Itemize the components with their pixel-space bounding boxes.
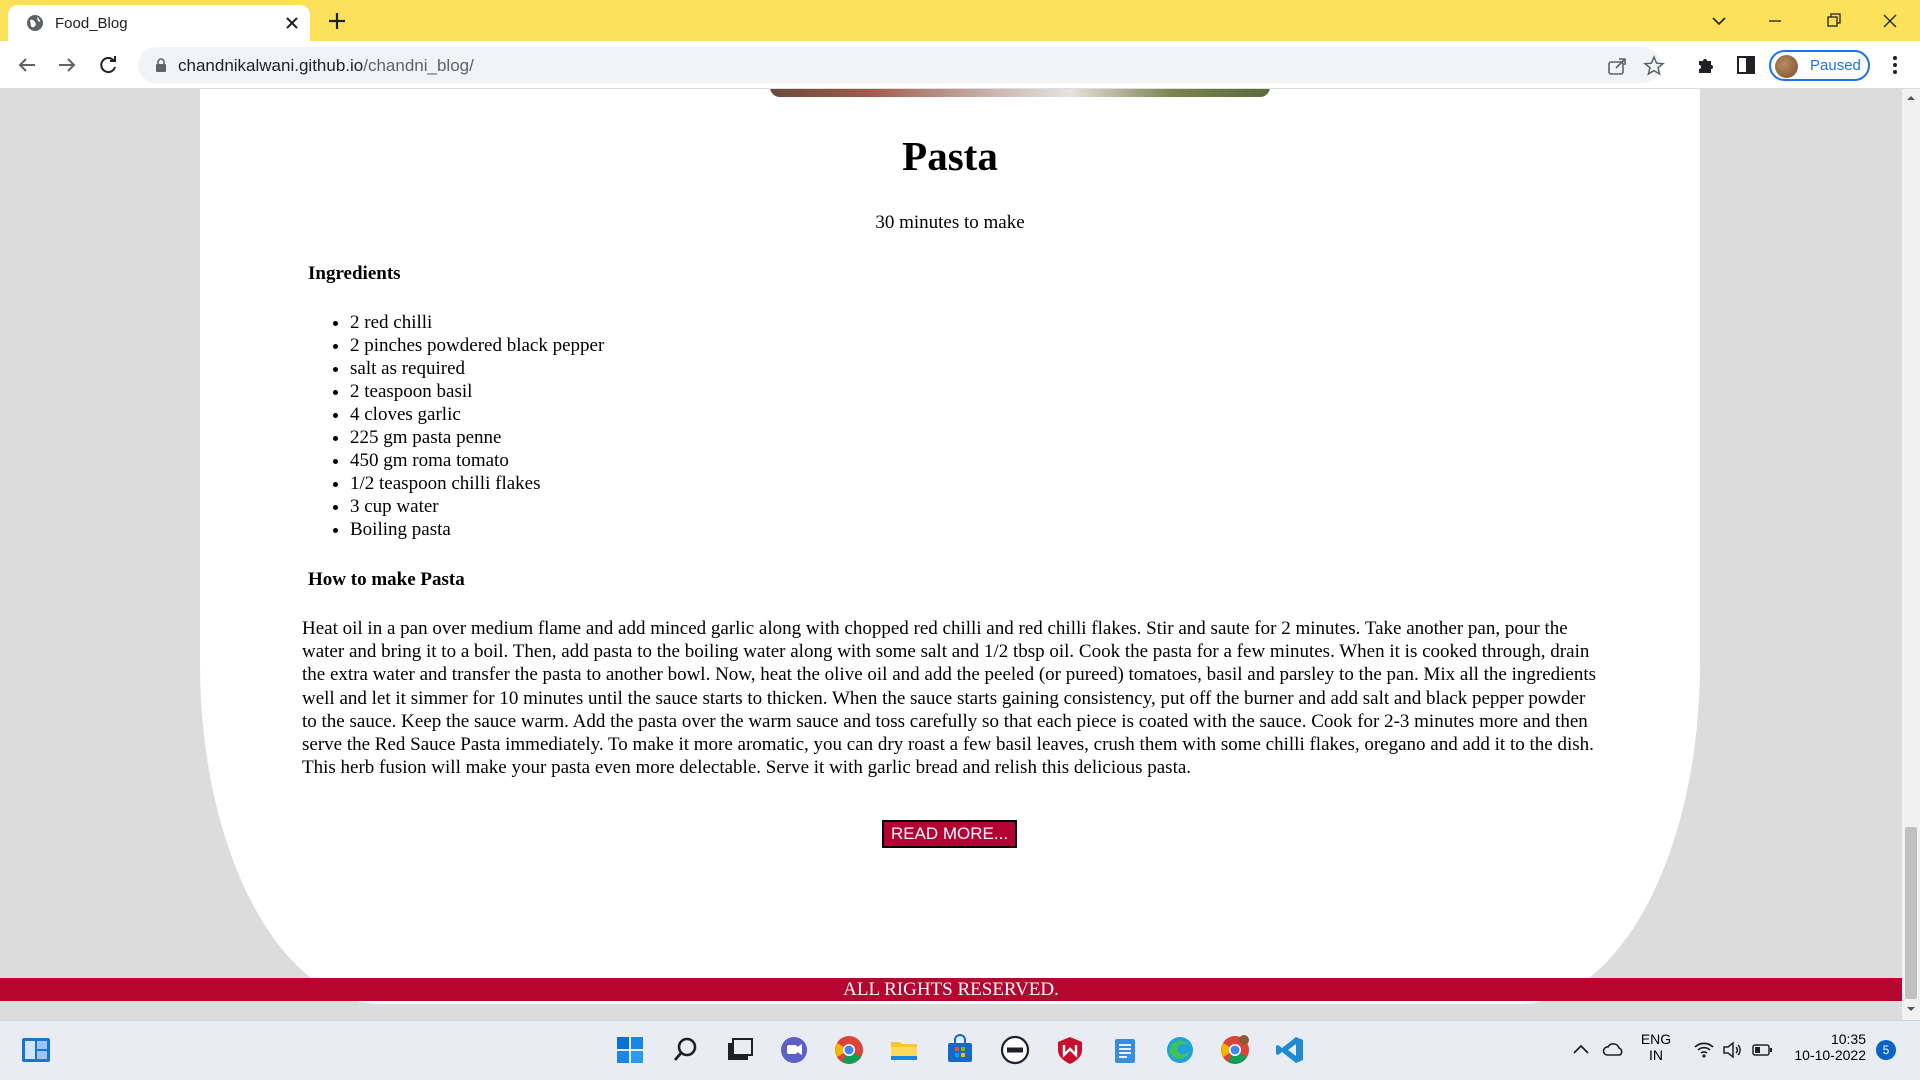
method-heading: How to make Pasta <box>308 569 465 590</box>
microsoft-store-icon[interactable] <box>944 1034 976 1066</box>
notepad-icon[interactable] <box>1109 1034 1141 1066</box>
new-tab-icon[interactable] <box>325 9 349 33</box>
page-scrollbar[interactable] <box>1902 89 1920 1020</box>
windows-taskbar: ENG IN 10:35 10-10-2022 <box>0 1020 1920 1080</box>
mcafee-shield-icon[interactable] <box>1054 1034 1086 1066</box>
extensions-puzzle-icon[interactable] <box>1694 53 1718 77</box>
ingredient-item: 4 cloves garlic <box>350 403 604 426</box>
ingredient-item: 450 gm roma tomato <box>350 449 604 472</box>
avatar <box>1775 55 1798 78</box>
restore-icon[interactable] <box>1820 7 1848 35</box>
edge-icon[interactable] <box>1164 1034 1196 1066</box>
share-icon[interactable] <box>1606 55 1628 77</box>
file-explorer-icon[interactable] <box>888 1034 920 1066</box>
browser-tab[interactable]: Food_Blog <box>8 5 310 41</box>
recipe-card: Pasta 30 minutes to make Ingredients 2 r… <box>200 89 1700 1004</box>
widgets-icon[interactable] <box>20 1034 52 1066</box>
close-tab-icon[interactable] <box>282 13 302 33</box>
ingredient-item: salt as required <box>350 357 604 380</box>
chrome-profile-icon[interactable] <box>1219 1034 1251 1066</box>
chrome-icon[interactable] <box>833 1034 865 1066</box>
reload-icon[interactable] <box>96 53 120 77</box>
browser-toolbar: chandnikalwani.github.io/chandni_blog/ P… <box>0 41 1920 89</box>
task-view-icon[interactable] <box>724 1034 756 1066</box>
onedrive-network-icon[interactable] <box>1602 1038 1626 1062</box>
chevron-up-icon[interactable] <box>1570 1039 1592 1061</box>
page-viewport: Pasta 30 minutes to make Ingredients 2 r… <box>0 89 1902 1020</box>
tab-title: Food_Blog <box>55 15 128 32</box>
ingredient-item: 1/2 teaspoon chilli flakes <box>350 472 604 495</box>
language-code: ENG <box>1640 1031 1672 1047</box>
recipe-time: 30 minutes to make <box>875 212 1025 233</box>
region-code: IN <box>1649 1047 1663 1063</box>
scrollbar-thumb[interactable] <box>1905 827 1917 999</box>
back-arrow-icon[interactable] <box>15 53 39 77</box>
bookmark-star-icon[interactable] <box>1643 55 1665 77</box>
windows-start-icon[interactable] <box>614 1034 646 1066</box>
method-paragraph: Heat oil in a pan over medium flame and … <box>302 618 1597 779</box>
tab-search-icon[interactable] <box>1705 7 1733 35</box>
clock-date: 10-10-2022 <box>1794 1047 1866 1063</box>
ingredient-item: 3 cup water <box>350 495 604 518</box>
lock-icon[interactable] <box>154 57 168 73</box>
language-indicator[interactable]: ENG IN <box>1638 1031 1674 1063</box>
browser-tab-bar: Food_Blog <box>0 0 1920 41</box>
teams-chat-icon[interactable] <box>778 1034 810 1066</box>
minimize-icon[interactable] <box>1761 7 1789 35</box>
close-window-icon[interactable] <box>1876 7 1904 35</box>
ingredients-heading: Ingredients <box>308 263 401 284</box>
ingredient-item: 2 red chilli <box>350 311 604 334</box>
vscode-icon[interactable] <box>1274 1034 1306 1066</box>
volume-icon[interactable] <box>1720 1038 1744 1062</box>
more-menu-icon[interactable] <box>1883 53 1907 77</box>
forward-arrow-icon[interactable] <box>55 53 79 77</box>
address-bar[interactable]: chandnikalwani.github.io/chandni_blog/ <box>138 47 1665 83</box>
ingredient-item: 2 teaspoon basil <box>350 380 604 403</box>
profile-status-label: Paused <box>1810 57 1861 74</box>
scroll-down-arrow-icon[interactable] <box>1906 1004 1916 1014</box>
ingredient-item: 2 pinches powdered black pepper <box>350 334 604 357</box>
footer-copyright: ALL RIGHTS RESERVED. <box>0 978 1902 1001</box>
ingredients-list: 2 red chilli 2 pinches powdered black pe… <box>350 311 604 541</box>
recipe-image <box>770 89 1270 97</box>
search-icon[interactable] <box>670 1034 702 1066</box>
globe-icon <box>27 15 43 31</box>
clock[interactable]: 10:35 10-10-2022 <box>1786 1031 1866 1063</box>
scroll-up-arrow-icon[interactable] <box>1906 93 1916 103</box>
dell-icon[interactable] <box>999 1034 1031 1066</box>
side-panel-icon[interactable] <box>1734 53 1758 77</box>
recipe-title: Pasta <box>902 133 998 179</box>
battery-icon[interactable] <box>1750 1038 1774 1062</box>
wifi-icon[interactable] <box>1692 1038 1716 1062</box>
clock-time: 10:35 <box>1830 1031 1866 1047</box>
read-more-button[interactable]: READ MORE... <box>882 820 1017 848</box>
ingredient-item: Boiling pasta <box>350 518 604 541</box>
url-text[interactable]: chandnikalwani.github.io/chandni_blog/ <box>178 56 474 76</box>
profile-button[interactable]: Paused <box>1769 50 1870 81</box>
notification-badge[interactable]: 5 <box>1876 1040 1896 1060</box>
ingredient-item: 225 gm pasta penne <box>350 426 604 449</box>
